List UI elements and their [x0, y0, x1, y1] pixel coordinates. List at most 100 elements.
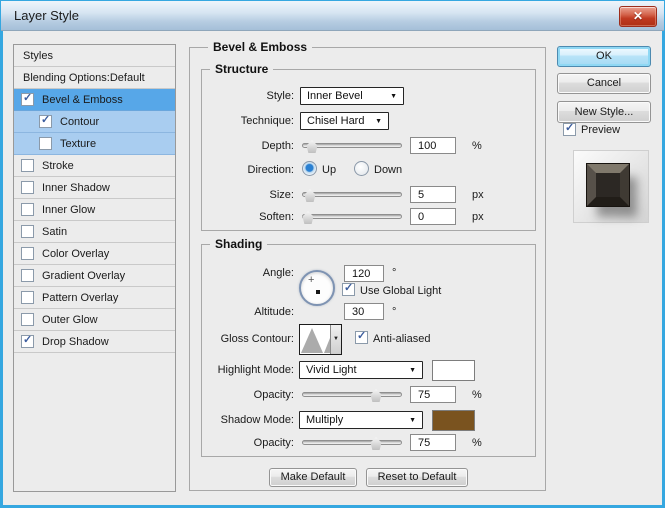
highlight-opacity-input[interactable]: [410, 386, 456, 403]
shadow-opacity-slider[interactable]: [302, 434, 402, 451]
style-dropdown[interactable]: Inner Bevel ▼: [300, 87, 404, 105]
checkbox-gradient-overlay[interactable]: ✓: [21, 269, 34, 282]
shadow-opacity-input[interactable]: [410, 434, 456, 451]
sidebar-item-color-overlay[interactable]: ✓ Color Overlay: [14, 243, 175, 265]
styles-sidebar: Styles Blending Options:Default ✓ Bevel …: [13, 44, 176, 492]
direction-down-label: Down: [374, 164, 403, 176]
window-title: Layer Style: [14, 8, 80, 23]
highlight-mode-dropdown[interactable]: Vivid Light ▼: [299, 361, 423, 379]
highlight-mode-label: Highlight Mode:: [217, 364, 294, 376]
shading-legend: Shading: [210, 237, 268, 251]
gloss-contour-label: Gloss Contour:: [220, 333, 294, 345]
sidebar-item-outer-glow[interactable]: ✓ Outer Glow: [14, 309, 175, 331]
sidebar-item-blending-options[interactable]: Blending Options:Default: [14, 67, 175, 89]
size-slider[interactable]: [302, 186, 402, 203]
depth-slider[interactable]: [302, 137, 402, 154]
bevel-preview-square: [586, 163, 630, 207]
new-style-button[interactable]: New Style...: [557, 101, 651, 123]
anti-aliased-checkbox[interactable]: ✓: [355, 330, 368, 344]
angle-crosshair-icon: +: [308, 274, 315, 286]
size-slider-thumb[interactable]: [304, 189, 316, 202]
angle-input[interactable]: [344, 265, 384, 282]
soften-slider-track[interactable]: [302, 214, 402, 219]
sidebar-item-inner-shadow[interactable]: ✓ Inner Shadow: [14, 177, 175, 199]
check-icon: ✓: [565, 122, 575, 134]
sidebar-item-pattern-overlay[interactable]: ✓ Pattern Overlay: [14, 287, 175, 309]
reset-to-default-button[interactable]: Reset to Default: [366, 468, 468, 487]
shadow-color-swatch[interactable]: [432, 410, 475, 431]
highlight-opacity-slider[interactable]: [302, 386, 402, 403]
shadow-opacity-thumb[interactable]: [370, 437, 382, 450]
soften-slider[interactable]: [302, 208, 402, 225]
structure-group: Structure Style: Inner Bevel ▼ Technique…: [201, 62, 536, 231]
shading-group: Shading Angle: + ° ✓ Use Global Light Al…: [201, 237, 536, 457]
altitude-unit: °: [392, 306, 397, 318]
soften-slider-thumb[interactable]: [302, 211, 314, 224]
use-global-light-checkbox[interactable]: ✓: [342, 282, 355, 296]
checkbox-color-overlay[interactable]: ✓: [21, 247, 34, 260]
checkbox-texture[interactable]: ✓: [39, 137, 52, 150]
checkbox-drop-shadow[interactable]: ✓: [21, 334, 34, 348]
checkbox-contour[interactable]: ✓: [39, 114, 52, 128]
check-icon: ✓: [357, 330, 367, 342]
preview-checkbox[interactable]: ✓: [563, 122, 576, 136]
size-slider-track[interactable]: [302, 192, 402, 197]
shadow-mode-label: Shadow Mode:: [220, 414, 294, 426]
sidebar-item-bevel-emboss[interactable]: ✓ Bevel & Emboss: [14, 89, 175, 111]
sidebar-item-texture[interactable]: ✓ Texture: [14, 133, 175, 155]
highlight-opacity-label: Opacity:: [253, 389, 294, 401]
sidebar-item-stroke[interactable]: ✓ Stroke: [14, 155, 175, 177]
style-label: Style:: [266, 90, 294, 102]
direction-up-radio[interactable]: [302, 161, 317, 176]
layer-style-dialog: Layer Style ✕ Styles Blending Options:De…: [0, 0, 665, 508]
highlight-opacity-track[interactable]: [302, 392, 402, 397]
shadow-opacity-track[interactable]: [302, 440, 402, 445]
size-label: Size:: [269, 189, 294, 201]
depth-slider-thumb[interactable]: [306, 140, 318, 153]
sidebar-item-contour[interactable]: ✓ Contour: [14, 111, 175, 133]
gloss-contour-picker[interactable]: ▼: [299, 324, 342, 355]
check-icon: ✓: [41, 114, 51, 126]
angle-label: Angle:: [262, 267, 294, 279]
chevron-down-icon: ▼: [390, 93, 397, 100]
size-input[interactable]: [410, 186, 456, 203]
soften-input[interactable]: [410, 208, 456, 225]
sidebar-item-styles[interactable]: Styles: [14, 45, 175, 67]
technique-dropdown[interactable]: Chisel Hard ▼: [300, 112, 389, 130]
sidebar-item-satin[interactable]: ✓ Satin: [14, 221, 175, 243]
dialog-content: Styles Blending Options:Default ✓ Bevel …: [3, 31, 662, 505]
close-button[interactable]: ✕: [619, 6, 657, 27]
technique-label: Technique:: [240, 115, 294, 127]
contour-dropdown-arrow-icon[interactable]: ▼: [330, 325, 341, 354]
chevron-down-icon: ▼: [375, 118, 382, 125]
direction-down-radio[interactable]: [354, 161, 369, 176]
checkbox-outer-glow[interactable]: ✓: [21, 313, 34, 326]
cancel-button[interactable]: Cancel: [557, 73, 651, 94]
soften-label: Soften:: [259, 211, 294, 223]
checkbox-stroke[interactable]: ✓: [21, 159, 34, 172]
check-icon: ✓: [23, 334, 33, 346]
checkbox-inner-glow[interactable]: ✓: [21, 203, 34, 216]
checkbox-satin[interactable]: ✓: [21, 225, 34, 238]
make-default-button[interactable]: Make Default: [269, 468, 357, 487]
highlight-color-swatch[interactable]: [432, 360, 475, 381]
sidebar-item-drop-shadow[interactable]: ✓ Drop Shadow: [14, 331, 175, 353]
highlight-opacity-thumb[interactable]: [370, 389, 382, 402]
shadow-opacity-label: Opacity:: [253, 437, 294, 449]
sidebar-item-inner-glow[interactable]: ✓ Inner Glow: [14, 199, 175, 221]
check-icon: ✓: [23, 92, 33, 104]
angle-center-dot: [316, 290, 320, 294]
depth-input[interactable]: [410, 137, 456, 154]
checkbox-bevel-emboss[interactable]: ✓: [21, 92, 34, 106]
soften-unit: px: [472, 211, 484, 223]
shadow-mode-dropdown[interactable]: Multiply ▼: [299, 411, 423, 429]
altitude-label: Altitude:: [254, 306, 294, 318]
altitude-input[interactable]: [344, 303, 384, 320]
checkbox-pattern-overlay[interactable]: ✓: [21, 291, 34, 304]
check-icon: ✓: [344, 282, 354, 294]
anti-aliased-label: Anti-aliased: [373, 333, 431, 345]
checkbox-inner-shadow[interactable]: ✓: [21, 181, 34, 194]
ok-button[interactable]: OK: [557, 46, 651, 67]
sidebar-item-gradient-overlay[interactable]: ✓ Gradient Overlay: [14, 265, 175, 287]
angle-dial[interactable]: +: [299, 270, 335, 306]
